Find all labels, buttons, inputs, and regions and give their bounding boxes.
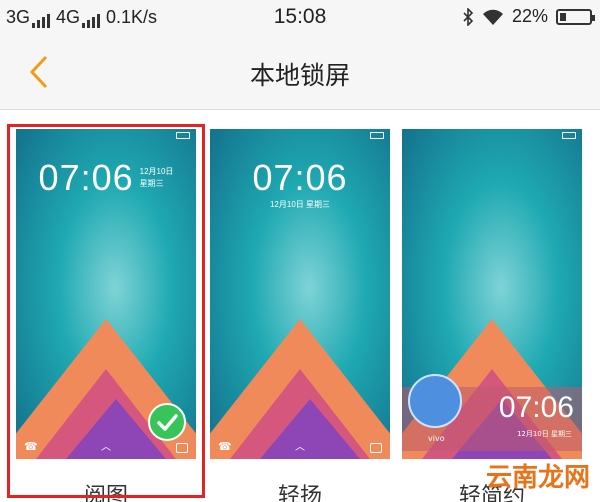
style-preview: vivo 07:06 12月10日 星期三 [402, 129, 582, 459]
dial-icon [408, 374, 462, 428]
wifi-icon [482, 9, 503, 25]
camera-icon [370, 443, 382, 453]
style-label: 阅图 [83, 484, 128, 502]
camera-icon [176, 443, 188, 453]
watermark: 云南龙网 [485, 463, 590, 493]
style-preview: 07:06 12月10日 星期三 ☎ ︿ [16, 129, 196, 459]
status-bar: 3G 4G 0.1K/s 15:08 22% [0, 0, 600, 34]
lockscreen-style-grid: 07:06 12月10日 星期三 ☎ ︿ 阅图 07:06 12月10日 星期三… [0, 111, 600, 502]
preview-date: 12月10日 星期三 [517, 429, 572, 439]
preview-clock: 07:06 12月10日 星期三 [210, 157, 390, 210]
style-label: 轻扬 [277, 484, 322, 502]
title-bar: 本地锁屏 [0, 34, 600, 110]
preview-time: 07:06 [252, 157, 348, 198]
preview-date: 12月10日 星期三 [269, 200, 331, 209]
preview-weekday: 星期三 [551, 430, 572, 438]
preview-time: 07:06 [38, 157, 134, 198]
style-card-yuetu[interactable]: 07:06 12月10日 星期三 ☎ ︿ 阅图 [16, 129, 196, 502]
preview-clock: 07:06 12月10日 星期三 [16, 157, 196, 199]
status-right: 22% [462, 6, 595, 27]
battery-icon [556, 8, 595, 25]
preview-brand: vivo [428, 434, 445, 443]
preview-status [22, 132, 190, 140]
page-title: 本地锁屏 [249, 61, 350, 90]
bluetooth-icon [463, 7, 474, 26]
selected-check-icon [148, 403, 186, 441]
preview-time: 07:06 [498, 391, 574, 424]
preview-weekday: 星期三 [139, 179, 164, 188]
preview-date-day: 12月10日 [516, 430, 549, 438]
battery-percent: 22% [511, 6, 548, 26]
preview-status [216, 132, 384, 140]
style-preview: 07:06 12月10日 星期三 ☎ ︿ [210, 129, 390, 459]
preview-status [408, 132, 576, 140]
style-card-qingyang[interactable]: 07:06 12月10日 星期三 ☎ ︿ 轻扬 [210, 129, 390, 502]
swipe-up-icon: ︿ [295, 442, 305, 453]
style-card-qingjianyue[interactable]: vivo 07:06 12月10日 星期三 轻简约 [402, 129, 582, 502]
preview-date: 12月10日 [139, 167, 174, 176]
